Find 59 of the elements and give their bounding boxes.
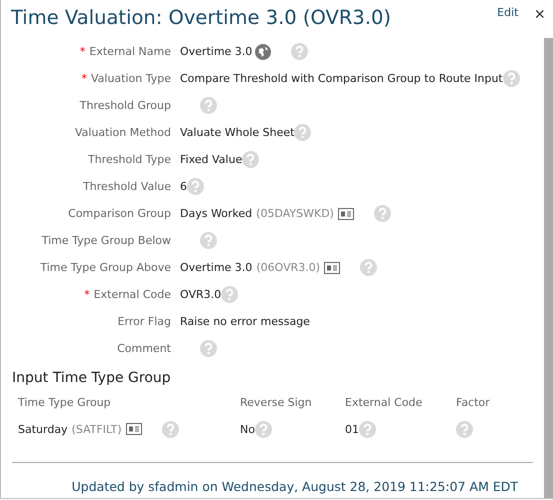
field-value: Compare Threshold with Comparison Group to Route Input	[180, 72, 503, 85]
field-label: External Name	[89, 45, 171, 58]
field-label: Comparison Group	[68, 207, 171, 220]
help-icon[interactable]	[200, 232, 217, 249]
field-value: Overtime 3.0	[180, 45, 252, 58]
field-label: Time Type Group Above	[40, 261, 171, 274]
help-icon[interactable]	[359, 420, 376, 438]
field-code: (06OVR3.0)	[256, 261, 320, 274]
help-icon[interactable]	[502, 70, 520, 87]
field-label: Threshold Value	[83, 180, 171, 193]
field-label: Valuation Type	[90, 72, 171, 85]
field-value: 6	[180, 180, 187, 193]
help-icon[interactable]	[254, 420, 272, 438]
field-label: Threshold Type	[88, 153, 171, 166]
details-card-icon[interactable]	[324, 262, 340, 274]
field-label: Time Type Group Below	[42, 234, 171, 247]
help-icon[interactable]	[221, 286, 238, 303]
field-value: Days Worked	[180, 207, 252, 220]
globe-icon[interactable]	[255, 44, 272, 60]
section-title: Input Time Type Group	[12, 370, 172, 386]
table-cell: Saturday	[18, 422, 68, 436]
required-mark: *	[80, 45, 86, 58]
group-code: (SATFILT)	[72, 422, 122, 436]
help-icon[interactable]	[456, 420, 473, 438]
help-icon[interactable]	[294, 124, 312, 141]
column-header: Reverse Sign	[240, 396, 313, 411]
column-header: External Code	[345, 396, 424, 411]
details-card-icon[interactable]	[338, 208, 354, 220]
column-header: Time Type Group	[18, 396, 112, 411]
help-icon[interactable]	[242, 151, 260, 168]
field-code: (05DAYSWKD)	[256, 207, 334, 220]
help-icon[interactable]	[360, 259, 378, 276]
field-value: OVR3.0	[180, 288, 222, 301]
field-label: External Code	[94, 288, 171, 301]
dialog-title: Time Valuation: Overtime 3.0 (OVR3.0)	[11, 5, 392, 29]
help-icon[interactable]	[200, 340, 217, 357]
required-mark: *	[81, 72, 87, 85]
field-value: Raise no error message	[180, 315, 310, 328]
column-header: Factor	[456, 396, 491, 411]
table-cell: 01	[345, 422, 359, 436]
table-cell: No	[240, 422, 255, 436]
field-label: Threshold Group	[80, 99, 171, 112]
edit-link[interactable]: Edit	[497, 6, 518, 19]
updated-info: Updated by sfadmin on Wednesday, August 28, 2019 11:25:07 AM EDT	[70, 479, 518, 494]
help-icon[interactable]	[291, 43, 308, 60]
scrollbar[interactable]	[544, 38, 553, 498]
help-icon[interactable]	[374, 205, 391, 222]
field-value: Fixed Value	[180, 153, 242, 166]
help-icon[interactable]	[200, 97, 217, 114]
details-card-icon[interactable]	[126, 423, 142, 435]
field-label: Valuation Method	[74, 126, 171, 139]
required-mark: *	[84, 288, 90, 301]
help-icon[interactable]	[187, 178, 204, 195]
field-label: Error Flag	[118, 315, 171, 328]
field-label: Comment	[117, 342, 171, 355]
field-value: Overtime 3.0	[180, 261, 252, 274]
close-button[interactable]: ×	[532, 4, 547, 24]
field-value: Valuate Whole Sheet	[180, 126, 294, 139]
help-icon[interactable]	[162, 420, 179, 438]
